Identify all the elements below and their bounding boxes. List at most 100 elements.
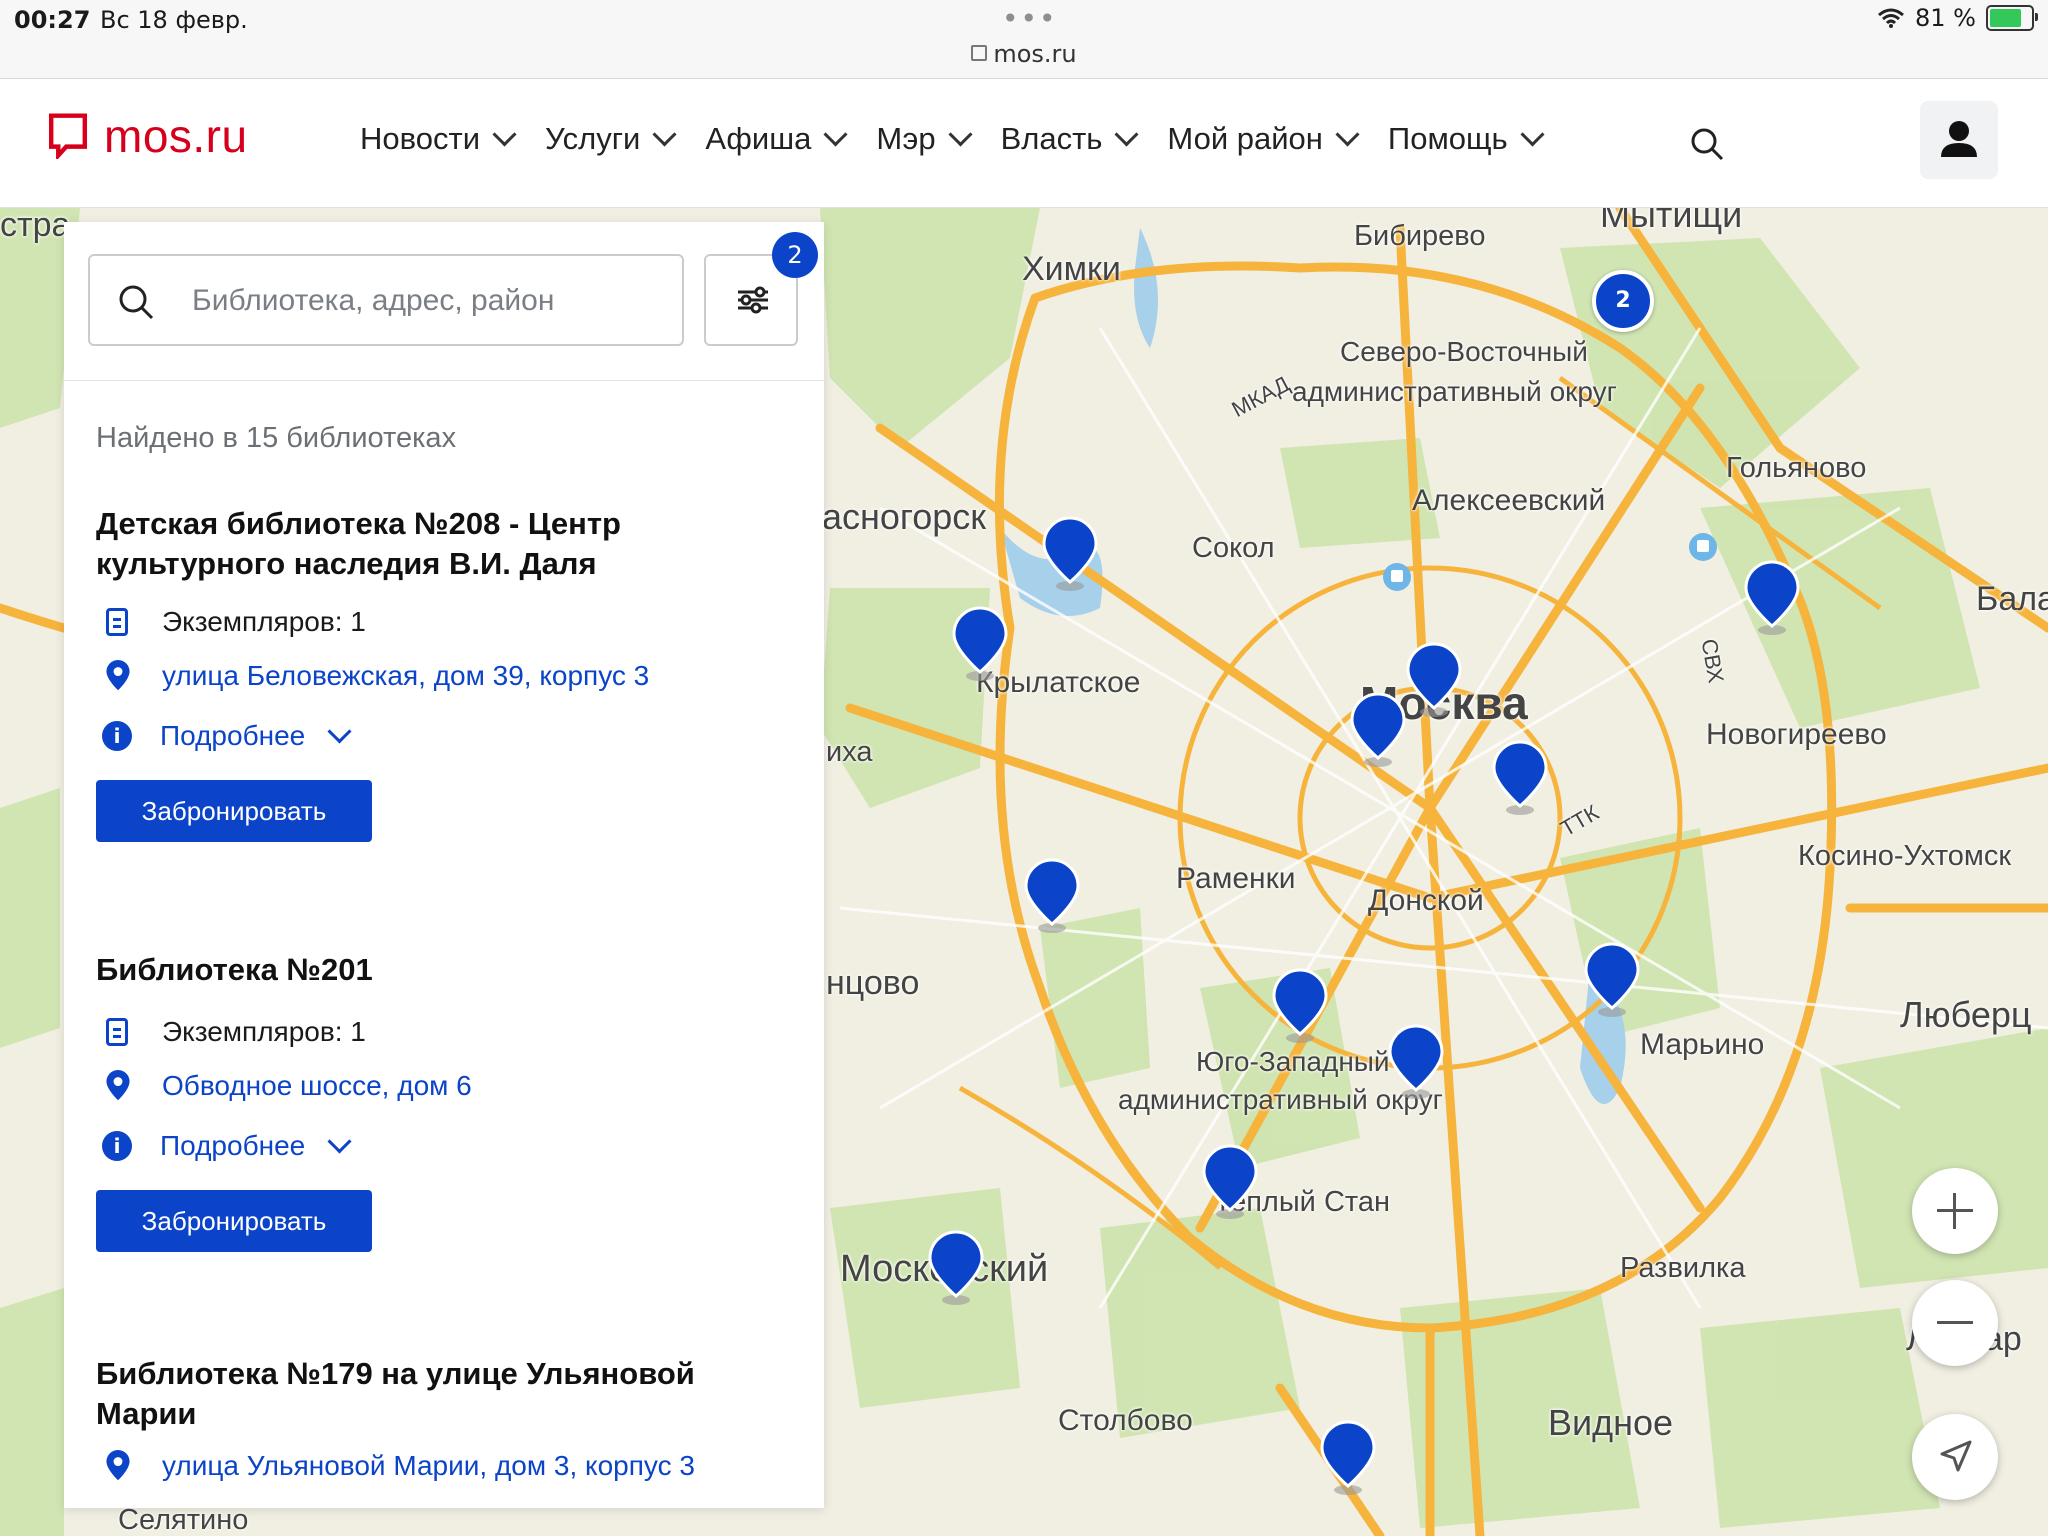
map-label-krasnogorsk: асногорск [822,496,987,537]
info-icon: i [102,1131,132,1161]
reserve-button[interactable]: Забронировать [96,1190,372,1252]
map-label-maryino: Марьино [1640,1028,1765,1061]
library-marker[interactable] [1318,1420,1378,1496]
map-label-alekseevsky: Алексеевский [1412,484,1606,517]
status-date: Вс 18 февр. [100,6,248,34]
nav-news[interactable]: Новости [360,121,517,157]
zoom-out-button[interactable] [1912,1280,1998,1366]
details-label[interactable]: Подробнее [160,1130,305,1162]
chevron-down-icon [948,121,973,147]
details-toggle[interactable]: i Подробнее [96,718,352,752]
railway-station-icon [1383,563,1411,591]
site-header: mos.ru Новости Услуги Афиша Мэр Власть М… [0,79,2048,208]
library-address-link[interactable]: улица Ульяновой Марии, дом 3, корпус 3 [162,1450,695,1482]
railway-station-icon [1689,533,1717,561]
chevron-down-icon [823,121,848,147]
multitask-dots[interactable]: ••• [1002,2,1058,35]
map-label-sokol: Сокол [1192,532,1275,564]
map-label-golyanovo: Гольяново [1726,452,1867,484]
nav-my-district[interactable]: Мой район [1167,121,1360,157]
map-label-bala: Бала [1976,580,2048,618]
location-pin-icon [106,1070,130,1101]
user-icon [1941,121,1977,157]
library-marker[interactable] [1270,968,1330,1044]
logo-text: mos.ru [104,110,248,162]
copies-row: Экземпляров: 1 [96,606,366,638]
address-url: mos.ru [993,40,1077,68]
address-row[interactable]: Обводное шоссе, дом 6 [96,1070,472,1102]
library-title[interactable]: Библиотека №179 на улице Ульяновой Марии [96,1354,796,1434]
chevron-down-icon [652,121,677,147]
nav-mayor[interactable]: Мэр [876,121,973,157]
chevron-down-icon [327,718,352,744]
library-cluster-marker[interactable]: 2 [1592,270,1654,332]
library-marker[interactable] [1040,516,1100,592]
status-time: 00:27 [14,6,91,34]
library-marker[interactable] [1200,1144,1260,1220]
address-row[interactable]: улица Ульяновой Марии, дом 3, корпус 3 [96,1450,695,1482]
library-address-link[interactable]: улица Беловежская, дом 39, корпус 3 [162,660,649,692]
chevron-down-icon [492,121,517,147]
details-toggle[interactable]: i Подробнее [96,1128,352,1162]
library-marker[interactable] [1348,692,1408,768]
library-marker[interactable] [1490,740,1550,816]
nav-government[interactable]: Власть [1001,121,1139,157]
library-title[interactable]: Детская библиотека №208 - Центр культурн… [96,504,796,584]
map-label-novogireevo: Новогиреево [1706,718,1887,751]
wifi-icon [1878,8,1904,28]
map-label-selyatino: Селятино [118,1504,249,1536]
results-count: Найдено в 15 библиотеках [96,422,457,454]
map-label-ramenki: Раменки [1176,862,1296,895]
nav-services[interactable]: Услуги [545,121,677,157]
map-label-kosino: Косино-Ухтомск [1798,840,2012,872]
nav-afisha[interactable]: Афиша [705,121,848,157]
map-label-mytishchi: Мытищи [1600,208,1743,235]
search-icon[interactable] [1690,127,1724,161]
search-icon [119,285,154,320]
library-marker[interactable] [1404,642,1464,718]
map-label-himki: Химки [1022,250,1121,288]
map-label-stra: стра [0,208,71,244]
map-label-donskoy: Донской [1368,884,1484,917]
reserve-button[interactable]: Забронировать [96,780,372,842]
library-card: Библиотека №179 на улице Ульяновой Марии… [96,1354,796,1481]
details-label[interactable]: Подробнее [160,720,305,752]
divider [64,380,824,381]
map-label-razvilka: Развилка [1620,1252,1746,1284]
info-icon: i [102,721,132,751]
address-row[interactable]: улица Беловежская, дом 39, корпус 3 [96,660,649,692]
library-marker[interactable] [950,606,1010,682]
library-search-input[interactable] [190,276,664,326]
lock-icon [971,45,988,61]
location-pin-icon [106,1450,130,1481]
navigation-arrow-icon [1940,1440,1972,1472]
copies-count: Экземпляров: 1 [162,606,366,637]
site-logo[interactable]: mos.ru [46,109,248,163]
battery-icon [1986,5,2038,31]
chevron-down-icon [1520,121,1545,147]
user-profile-button[interactable] [1920,101,1998,179]
battery-percent: 81 % [1915,4,1976,32]
library-card: Библиотека №201 Экземпляров: 1 Обводное … [96,950,796,1252]
map-label-ikha: иха [826,736,873,768]
zoom-in-button[interactable] [1912,1168,1998,1254]
map-label-bibirevo: Бибирево [1354,220,1486,252]
library-marker[interactable] [926,1230,986,1306]
address-bar[interactable]: mos.ru [0,40,2048,68]
library-marker[interactable] [1386,1024,1446,1100]
library-marker[interactable] [1582,942,1642,1018]
nav-help[interactable]: Помощь [1388,121,1545,157]
library-marker[interactable] [1742,560,1802,636]
filter-count-badge: 2 [772,232,818,278]
map-label-tsovo: нцово [826,964,920,1002]
chevron-down-icon [327,1128,352,1154]
map-label-svao-2: административный округ [1292,376,1617,407]
map-label-vidnoe: Видное [1548,1402,1674,1443]
library-address-link[interactable]: Обводное шоссе, дом 6 [162,1070,472,1102]
locate-me-button[interactable] [1912,1414,1998,1500]
library-search-field[interactable] [88,254,684,346]
library-marker[interactable] [1022,858,1082,934]
chevron-down-icon [1114,121,1139,147]
library-title[interactable]: Библиотека №201 [96,950,796,990]
map-label-uzao-1: Юго-Западный [1196,1046,1390,1077]
